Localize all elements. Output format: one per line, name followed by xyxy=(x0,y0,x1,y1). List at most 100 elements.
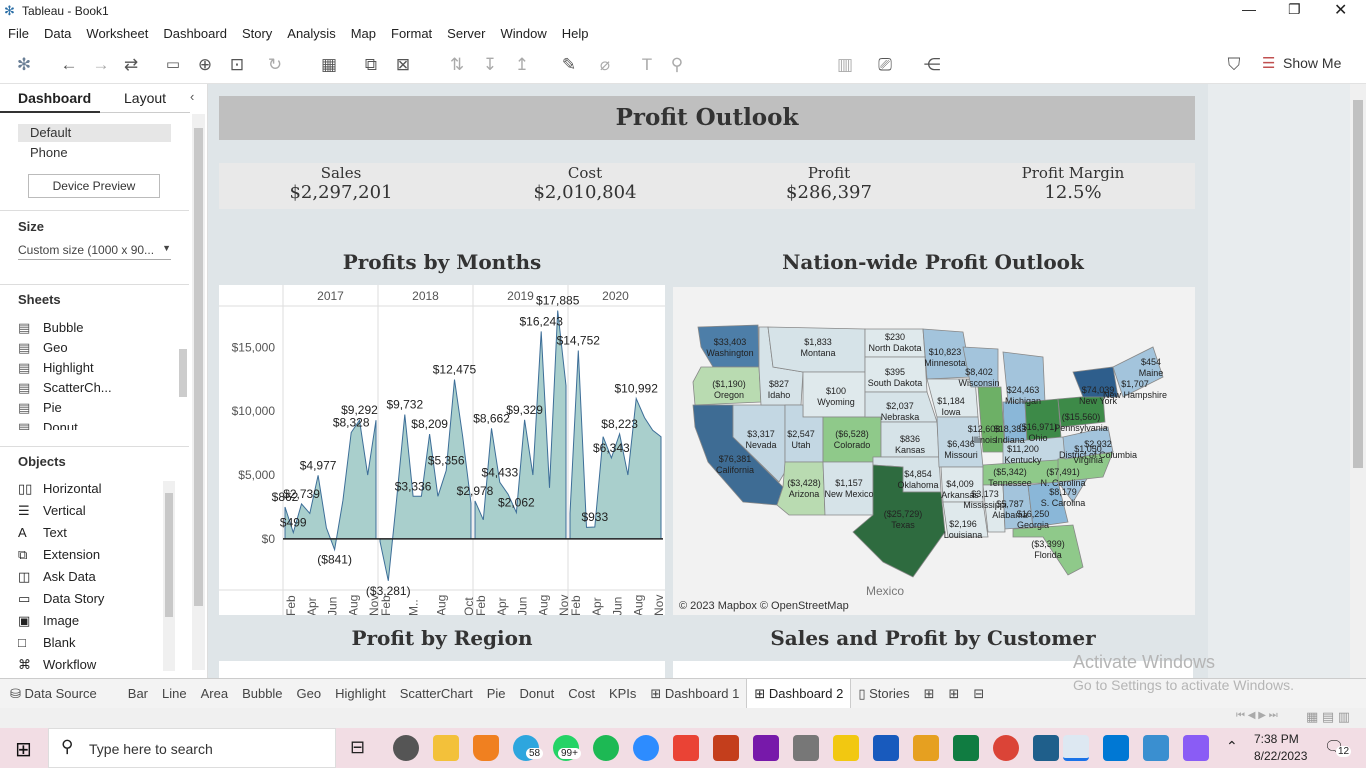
refresh-icon[interactable]: ↻ xyxy=(264,54,286,76)
presentation-icon[interactable]: ⎚ xyxy=(874,54,896,76)
sheet-item-scatter[interactable]: ▤ ScatterCh... xyxy=(18,380,178,400)
sheet-item-geo[interactable]: ▤ Geo xyxy=(18,340,178,360)
objects-scrollbar[interactable] xyxy=(163,481,175,671)
menu-window[interactable]: Window xyxy=(492,26,553,41)
tab-area[interactable]: Area xyxy=(194,686,235,701)
new-worksheet-tab-icon[interactable]: ⊞ xyxy=(917,686,942,702)
tab-geo[interactable]: Geo xyxy=(290,686,329,701)
redo-icon[interactable]: → xyxy=(90,54,112,76)
onenote-icon[interactable] xyxy=(753,735,779,761)
tab-dashboard[interactable]: Dashboard xyxy=(0,84,100,113)
menu-map[interactable]: Map xyxy=(343,26,383,41)
tab-kpis[interactable]: KPIs xyxy=(602,686,643,701)
sort-asc-icon[interactable]: ↧ xyxy=(479,54,501,76)
restore-button[interactable]: ❐ xyxy=(1288,1,1301,18)
duplicate-icon[interactable]: ⧉ xyxy=(360,54,382,76)
tableau-home-icon[interactable]: ✻ xyxy=(13,54,35,76)
object-extension[interactable]: ⧉ Extension xyxy=(18,547,163,569)
vpn-icon[interactable] xyxy=(1183,735,1209,761)
pin-icon[interactable]: ⚲ xyxy=(666,54,688,76)
clear-sheet-icon[interactable]: ⊠ xyxy=(392,54,414,76)
show-cards-icon[interactable]: ▥ xyxy=(834,54,856,76)
show-me-button[interactable]: Show Me xyxy=(1283,55,1341,71)
save-icon[interactable]: ▭ xyxy=(162,54,184,76)
tab-dashboard-2[interactable]: ⊞ Dashboard 2 xyxy=(746,679,852,708)
new-story-tab-icon[interactable]: ⊟ xyxy=(966,686,991,702)
chevron-up-icon[interactable]: ⌃ xyxy=(1226,738,1238,755)
calculator-icon[interactable] xyxy=(793,735,819,761)
size-dropdown[interactable]: Custom size (1000 x 90... ▼ xyxy=(18,243,171,260)
paint-icon[interactable] xyxy=(913,735,939,761)
file-explorer-icon[interactable] xyxy=(433,735,459,761)
object-text[interactable]: A Text xyxy=(18,525,163,547)
object-horizontal[interactable]: ▯▯ Horizontal xyxy=(18,481,163,503)
tab-line[interactable]: Line xyxy=(155,686,194,701)
object-vertical[interactable]: ☰ Vertical xyxy=(18,503,163,525)
sheets-scrollbar[interactable] xyxy=(179,349,187,397)
tab-stories[interactable]: ▯ Stories xyxy=(851,686,916,702)
tab-layout[interactable]: Layout xyxy=(100,84,190,113)
tab-bubble[interactable]: Bubble xyxy=(235,686,289,701)
azure-icon[interactable] xyxy=(1103,735,1129,761)
highlight-icon[interactable]: ✎ xyxy=(558,54,580,76)
grid-view-icon[interactable]: ▦ ▤ ▥ xyxy=(1306,709,1350,725)
device-phone[interactable]: Phone xyxy=(30,145,68,160)
power-bi-icon[interactable] xyxy=(833,735,859,761)
device-default[interactable]: Default xyxy=(18,124,171,142)
chrome-icon[interactable] xyxy=(993,735,1019,761)
canvas-scrollbar[interactable] xyxy=(1350,84,1366,678)
menu-server[interactable]: Server xyxy=(439,26,492,41)
powerpoint-icon[interactable] xyxy=(713,735,739,761)
zoom-icon[interactable] xyxy=(633,735,659,761)
tableau-taskbar-icon[interactable] xyxy=(1063,735,1089,761)
undo-icon[interactable]: ← xyxy=(58,54,80,76)
taskbar-search[interactable]: ⚲ Type here to search xyxy=(48,728,336,768)
left-pane-scrollbar[interactable] xyxy=(192,114,205,670)
share-icon[interactable]: ⋲ xyxy=(921,54,943,76)
object-blank[interactable]: □ Blank xyxy=(18,635,163,657)
format-painter-icon[interactable]: ⛉ xyxy=(1223,54,1245,76)
tab-dashboard-1[interactable]: ⊞ Dashboard 1 xyxy=(643,686,746,702)
sheet-item-highlight[interactable]: ▤ Highlight xyxy=(18,360,178,380)
tab-scatterchart[interactable]: ScatterChart xyxy=(393,686,480,701)
profit-by-region-chart[interactable] xyxy=(219,661,665,678)
object-image[interactable]: ▣ Image xyxy=(18,613,163,635)
photos-icon[interactable] xyxy=(1143,735,1169,761)
show-me-icon[interactable]: ☰ xyxy=(1262,54,1275,72)
windows-start-icon[interactable]: ⊞ xyxy=(15,737,32,762)
device-preview-button[interactable]: Device Preview xyxy=(28,174,160,198)
tab-donut[interactable]: Donut xyxy=(513,686,562,701)
collapse-icon[interactable]: ‹ xyxy=(190,89,194,104)
menu-analysis[interactable]: Analysis xyxy=(279,26,342,41)
menu-story[interactable]: Story xyxy=(234,26,279,41)
menu-dashboard[interactable]: Dashboard xyxy=(155,26,234,41)
sheet-item-bubble[interactable]: ▤ Bubble xyxy=(18,320,178,340)
sort-desc-icon[interactable]: ↥ xyxy=(511,54,533,76)
object-workflow[interactable]: ⌘ Workflow xyxy=(18,657,163,679)
clock-date[interactable]: 8/22/2023 xyxy=(1254,749,1307,763)
menu-data[interactable]: Data xyxy=(36,26,78,41)
object-data-story[interactable]: ▭ Data Story xyxy=(18,591,163,613)
menu-help[interactable]: Help xyxy=(554,26,596,41)
sheet-item-donut[interactable]: ▤ Donut xyxy=(18,420,178,430)
sheet-item-pie[interactable]: ▤ Pie xyxy=(18,400,178,420)
replace-data-icon[interactable]: ⇄ xyxy=(120,54,142,76)
object-ask-data[interactable]: ◫ Ask Data xyxy=(18,569,163,591)
menu-worksheet[interactable]: Worksheet xyxy=(78,26,155,41)
settings-icon[interactable] xyxy=(393,735,419,761)
minimize-button[interactable]: — xyxy=(1242,1,1256,17)
new-datasource-icon[interactable]: ⊕ xyxy=(194,54,216,76)
tableau-prep-icon[interactable] xyxy=(1033,735,1059,761)
tab-data-source[interactable]: ⛁ Data Source xyxy=(0,686,104,702)
menu-format[interactable]: Format xyxy=(383,26,439,41)
swap-icon[interactable]: ⇅ xyxy=(446,54,468,76)
tab-highlight[interactable]: Highlight xyxy=(328,686,393,701)
word-icon[interactable] xyxy=(873,735,899,761)
menu-file[interactable]: File xyxy=(0,26,36,41)
gmail-icon[interactable] xyxy=(673,735,699,761)
excel-icon[interactable] xyxy=(953,735,979,761)
close-button[interactable]: ✕ xyxy=(1334,0,1347,20)
vlc-icon[interactable] xyxy=(473,735,499,761)
task-view-icon[interactable]: ⊟ xyxy=(350,737,365,758)
pause-updates-icon[interactable]: ⊡ xyxy=(226,54,248,76)
